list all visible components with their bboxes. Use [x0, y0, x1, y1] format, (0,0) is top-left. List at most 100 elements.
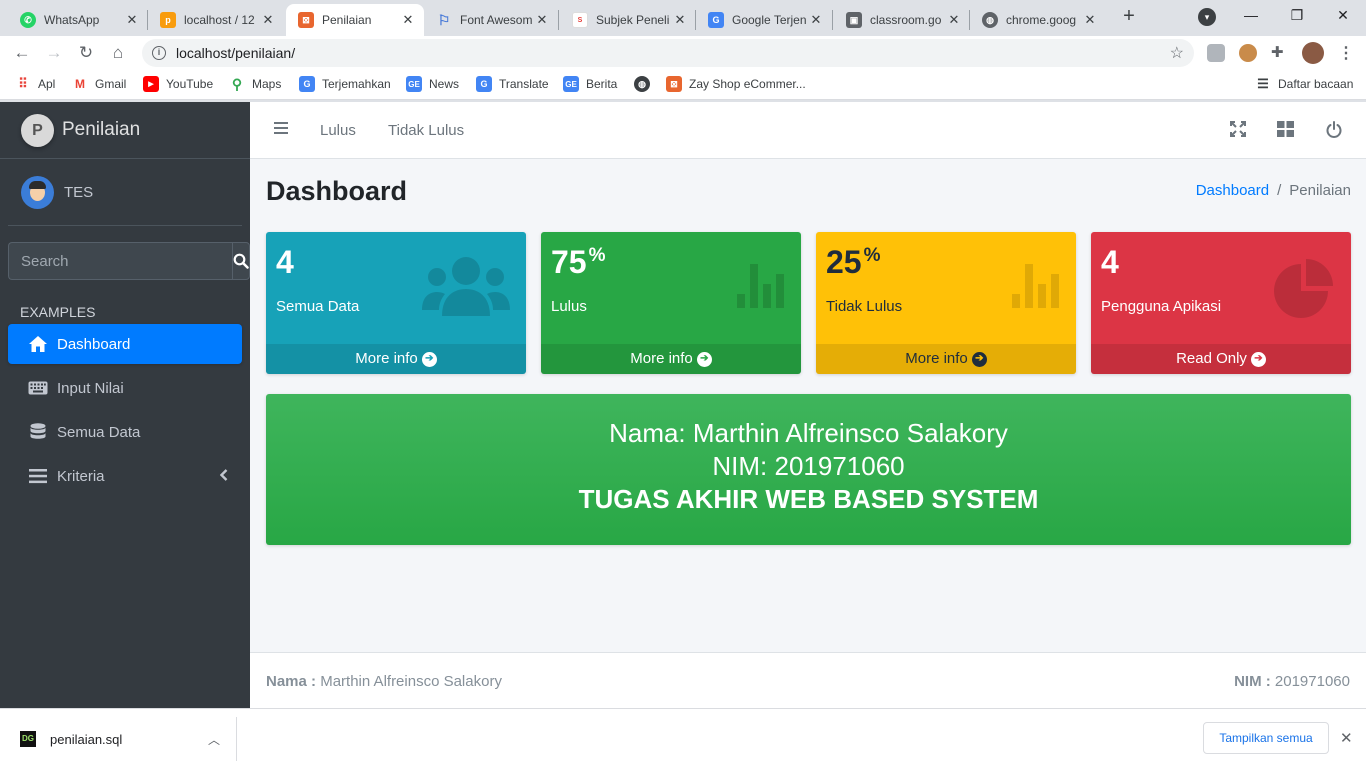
power-icon[interactable]	[1326, 121, 1344, 139]
tab-subjek-penelitian[interactable]: S Subjek Peneli ✕	[560, 4, 696, 36]
tab-google-terjemahan[interactable]: G Google Terjen ✕	[696, 4, 832, 36]
sidebar-item-input-nilai[interactable]: Input Nilai	[8, 368, 242, 408]
close-tab-icon[interactable]: ✕	[260, 12, 276, 28]
box-footer-link[interactable]: More info ➔	[816, 344, 1076, 374]
sidebar-item-dashboard[interactable]: Dashboard	[8, 324, 242, 364]
box-footer-link[interactable]: Read Only ➔	[1091, 344, 1351, 374]
flag-icon: ⚐	[437, 11, 451, 28]
sidebar-item-semua-data[interactable]: Semua Data	[8, 412, 242, 452]
tab-whatsapp[interactable]: ✆ WhatsApp ✕	[8, 4, 148, 36]
close-tab-icon[interactable]: ✕	[1082, 12, 1098, 28]
close-tab-icon[interactable]: ✕	[808, 12, 824, 28]
bookmark-berita[interactable]: GE Berita	[563, 76, 617, 92]
cookie-extension-icon[interactable]	[1239, 44, 1257, 62]
restore-button[interactable]: ❐	[1274, 0, 1320, 32]
extension-icon[interactable]	[1207, 44, 1225, 62]
close-tab-icon[interactable]: ✕	[946, 12, 962, 28]
brand-text: Penilaian	[62, 119, 141, 140]
small-box-pengguna: 4 Pengguna Apikasi Read Only ➔	[1091, 232, 1351, 374]
datagrip-file-icon: DG	[20, 731, 36, 747]
page-footer: Nama : Marthin Alfreinsco Salakory NIM :…	[250, 652, 1366, 708]
brand-link[interactable]: P Penilaian	[0, 102, 250, 159]
sidebar-item-label: Kriteria	[57, 467, 105, 485]
chevron-up-icon[interactable]: ︿	[208, 731, 220, 748]
box-label: Tidak Lulus	[826, 298, 903, 315]
site-info-icon[interactable]: i	[152, 46, 166, 60]
bookmark-news[interactable]: GE News	[406, 76, 459, 92]
forward-icon[interactable]: →	[42, 41, 66, 65]
tab-font-awesome[interactable]: ⚐ Font Awesom ✕	[424, 4, 558, 36]
xampp-icon: ⊠	[666, 76, 682, 92]
profile-avatar[interactable]	[1302, 42, 1324, 64]
hamburger-menu-icon[interactable]	[274, 122, 288, 136]
back-icon[interactable]: ←	[10, 41, 34, 65]
control-sidebar-icon[interactable]	[1277, 121, 1295, 139]
bookmark-gmail[interactable]: M Gmail	[72, 76, 126, 92]
whatsapp-icon: ✆	[20, 12, 36, 28]
breadcrumb-separator: /	[1277, 182, 1282, 199]
reload-icon[interactable]: ↻	[74, 41, 98, 65]
box-value: 4	[276, 244, 294, 280]
sidebar-search	[8, 242, 250, 280]
tab-chrome-google[interactable]: ◍ chrome.goog ✕	[970, 4, 1106, 36]
box-footer-link[interactable]: More info ➔	[266, 344, 526, 374]
close-download-bar-icon[interactable]: ✕	[1340, 729, 1353, 747]
keyboard-icon	[27, 381, 49, 395]
google-translate-icon: G	[708, 12, 724, 28]
bookmark-star-icon[interactable]: ☆	[1170, 43, 1184, 63]
close-tab-icon[interactable]: ✕	[534, 12, 550, 28]
bookmark-youtube[interactable]: ▶ YouTube	[143, 76, 213, 92]
bookmarks-bar: ⠿ Apl M Gmail ▶ YouTube ⚲ Maps G Terjema…	[0, 70, 1366, 100]
user-name[interactable]: TES	[64, 184, 93, 201]
tab-phpmyadmin[interactable]: p localhost / 12 ✕	[148, 4, 284, 36]
globe-icon: ◍	[982, 12, 998, 28]
close-tab-icon[interactable]: ✕	[124, 12, 140, 28]
box-label: Lulus	[551, 298, 587, 315]
nav-link-tidak-lulus[interactable]: Tidak Lulus	[388, 122, 464, 139]
box-value: 4	[1101, 244, 1119, 280]
sidebar-search-input[interactable]	[8, 242, 232, 280]
address-bar[interactable]: i localhost/penilaian/ ☆	[142, 39, 1194, 67]
home-button-icon[interactable]: ⌂	[106, 41, 130, 65]
show-all-downloads-button[interactable]: Tampilkan semua	[1203, 722, 1329, 754]
tab-penilaian[interactable]: ⊠ Penilaian ✕	[286, 4, 424, 36]
bookmark-maps[interactable]: ⚲ Maps	[229, 76, 281, 92]
bookmark-translate[interactable]: G Translate	[476, 76, 549, 92]
download-bar: DG penilaian.sql ︿ Tampilkan semua ✕	[0, 708, 1366, 768]
tab-classroom[interactable]: ▣ classroom.go ✕	[834, 4, 970, 36]
bookmark-globe[interactable]: ◍	[634, 76, 657, 92]
fullscreen-icon[interactable]	[1230, 121, 1248, 139]
puzzle-extensions-icon[interactable]: ✚	[1271, 44, 1289, 62]
search-icon	[233, 253, 249, 269]
box-footer-link[interactable]: More info ➔	[541, 344, 801, 374]
translate-icon: G	[299, 76, 315, 92]
user-avatar	[21, 175, 54, 209]
pie-chart-icon	[1273, 258, 1335, 321]
close-tab-icon[interactable]: ✕	[400, 12, 416, 28]
bookmark-zay-shop[interactable]: ⊠ Zay Shop eCommer...	[666, 76, 806, 92]
box-label: Pengguna Apikasi	[1101, 298, 1222, 315]
tab-separator	[558, 10, 559, 30]
breadcrumb-link-dashboard[interactable]: Dashboard	[1196, 182, 1269, 199]
bookmark-terjemahkan[interactable]: G Terjemahkan	[299, 76, 391, 92]
minimize-button[interactable]: —	[1228, 0, 1274, 32]
sidebar-item-kriteria[interactable]: Kriteria	[8, 456, 242, 496]
arrow-circle-right-icon: ➔	[1250, 351, 1266, 367]
download-item[interactable]: DG penilaian.sql ︿	[0, 717, 237, 761]
classroom-icon: ▣	[846, 12, 862, 28]
new-tab-button[interactable]: +	[1118, 6, 1140, 28]
reading-list[interactable]: ☰ Daftar bacaan	[1255, 76, 1353, 92]
close-tab-icon[interactable]: ✕	[672, 12, 688, 28]
gmail-icon: M	[72, 76, 88, 92]
phpmyadmin-icon: p	[160, 12, 176, 28]
browser-toolbar: ← → ↻ ⌂ i localhost/penilaian/ ☆ ✚ ⋮	[0, 36, 1366, 70]
breadcrumb: Dashboard / Penilaian	[1196, 182, 1351, 199]
chrome-menu-icon[interactable]: ⋮	[1338, 43, 1354, 63]
close-window-button[interactable]: ✕	[1320, 0, 1366, 32]
bookmark-apps[interactable]: ⠿ Apl	[15, 76, 55, 92]
nav-link-lulus[interactable]: Lulus	[320, 122, 356, 139]
news-icon: GE	[563, 76, 579, 92]
tab-search-icon[interactable]: ▾	[1198, 8, 1216, 26]
info-banner: Nama: Marthin Alfreinsco Salakory NIM: 2…	[266, 394, 1351, 545]
search-button[interactable]	[232, 242, 250, 280]
